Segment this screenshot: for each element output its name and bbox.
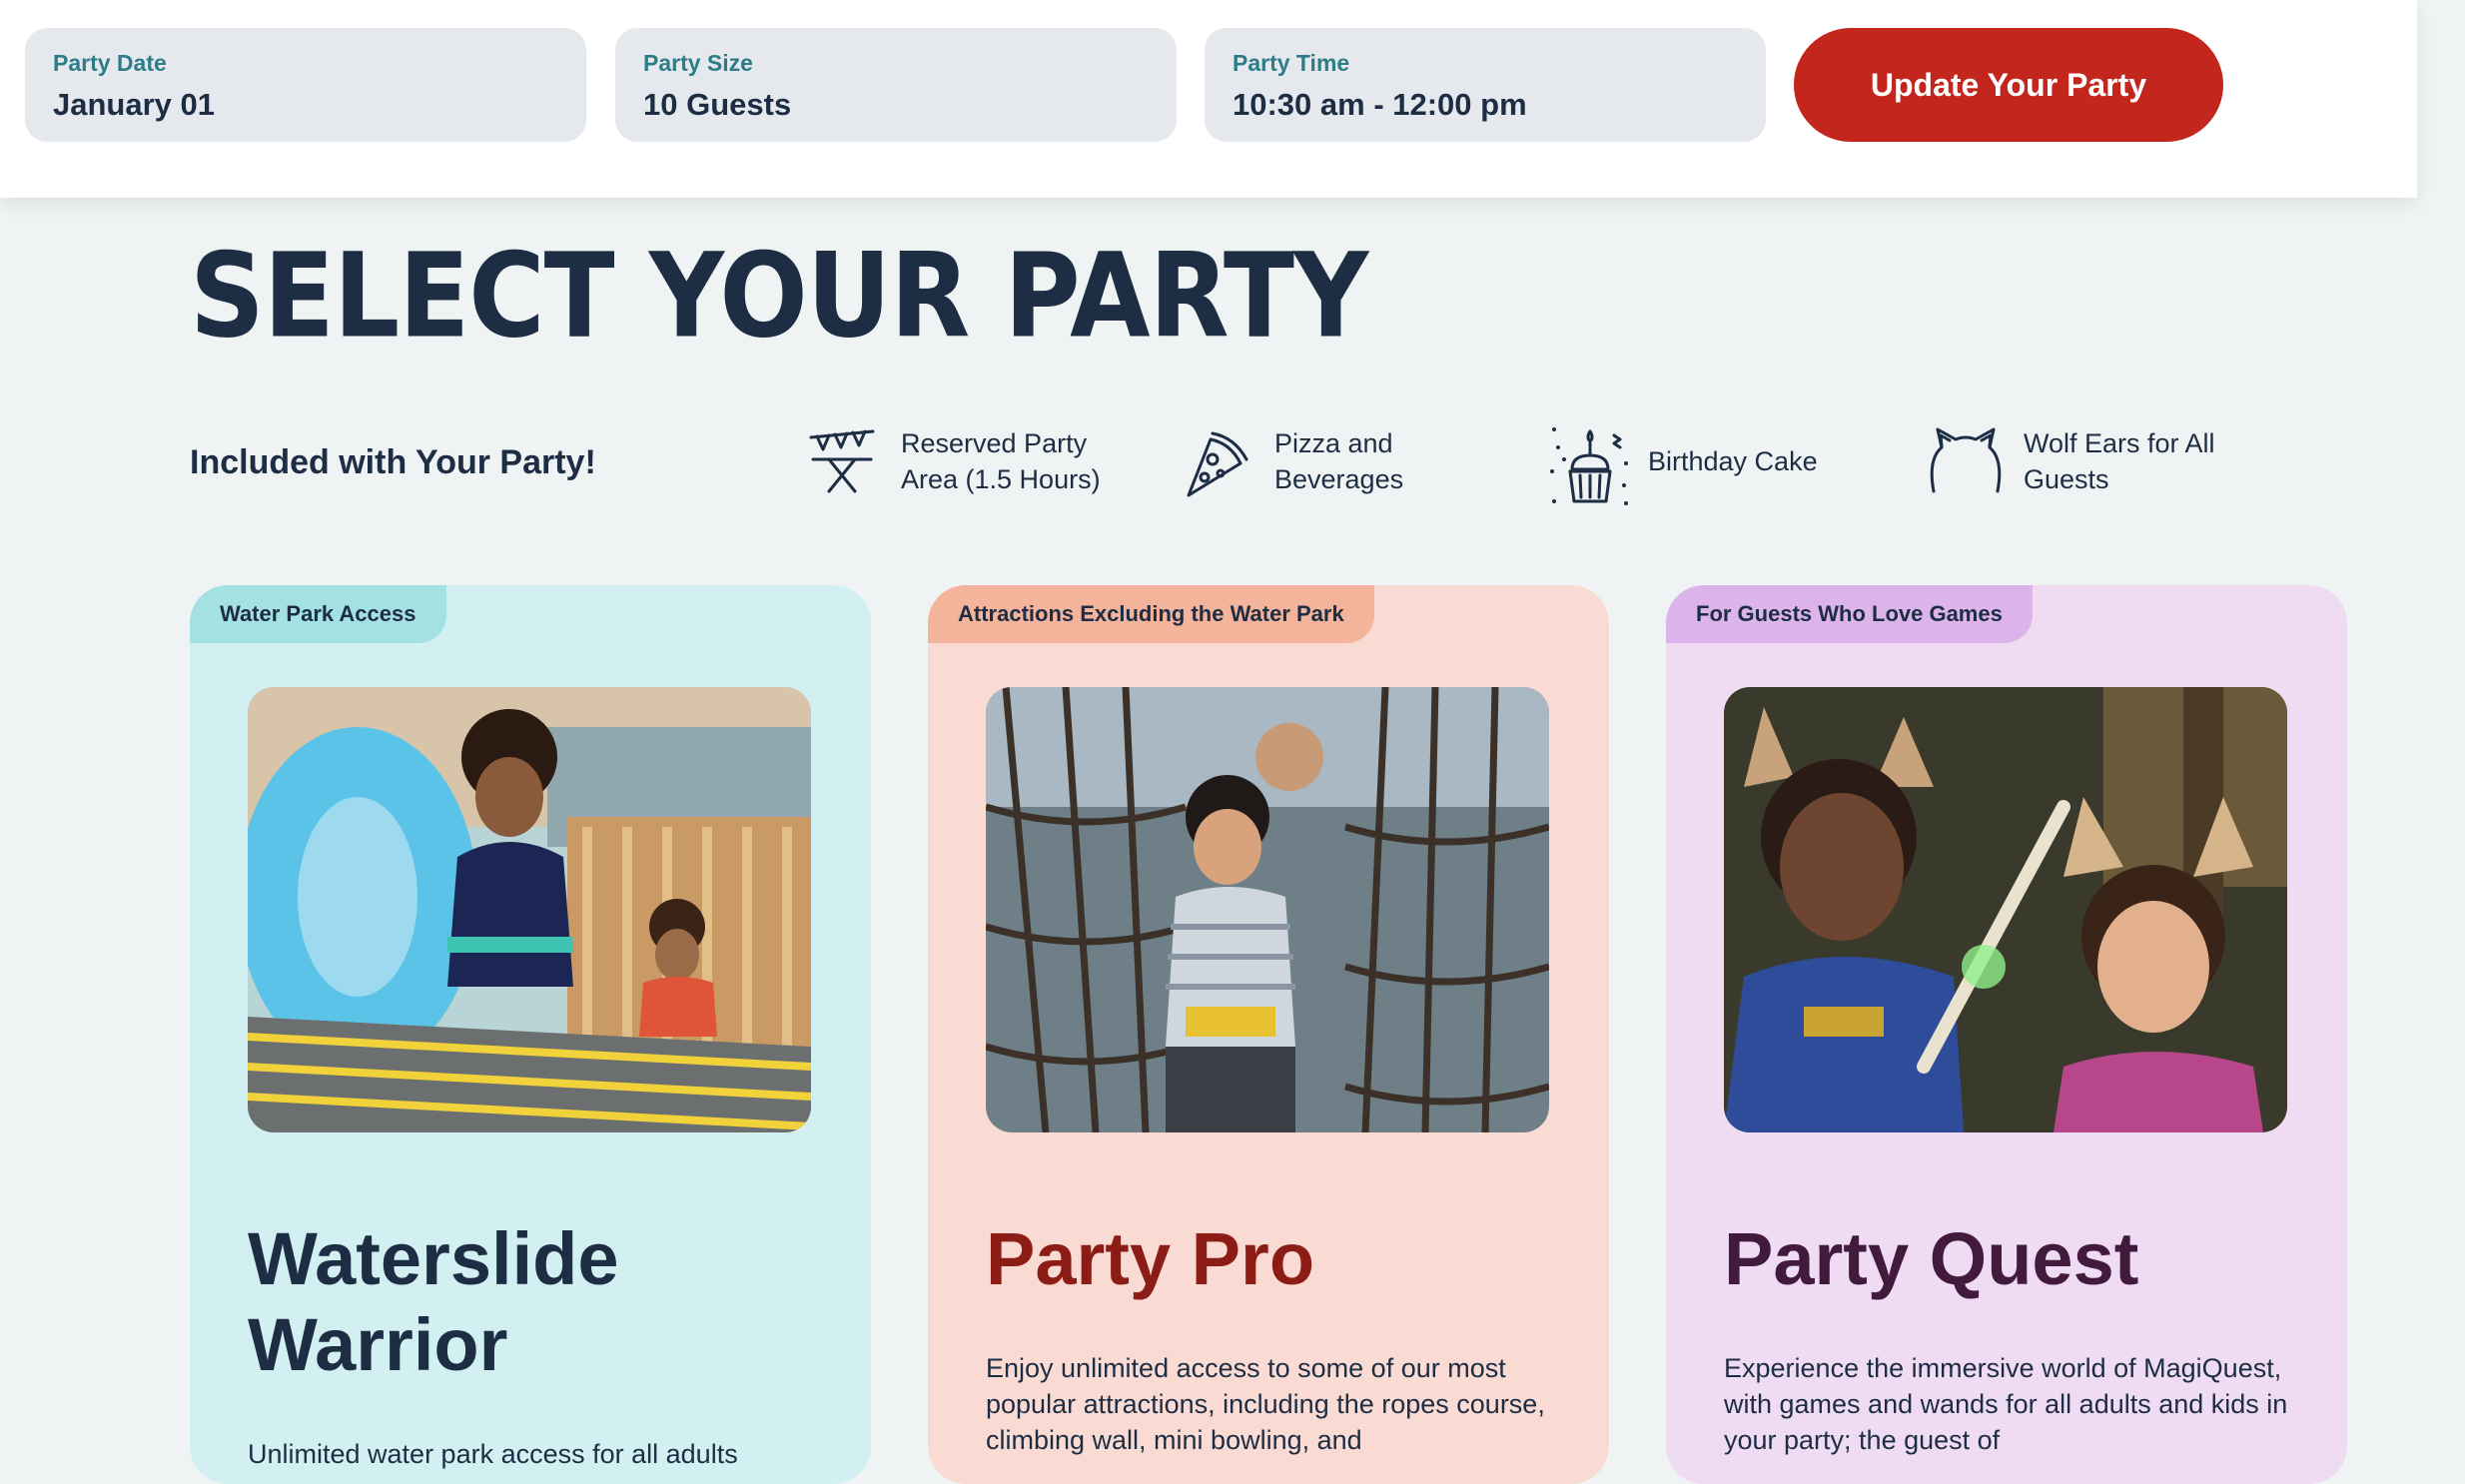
included-item-label: Pizza and	[1274, 428, 1393, 458]
included-item-cake: Birthday Cake	[1548, 425, 1848, 505]
party-date-value: January 01	[53, 87, 215, 122]
included-item-pizza: Pizza and Beverages	[1183, 425, 1442, 505]
included-item-label: Area (1.5 Hours)	[901, 464, 1101, 494]
waterslide-photo	[248, 687, 811, 1132]
included-item-label: Reserved Party	[901, 428, 1088, 458]
pizza-icon	[1187, 431, 1248, 497]
card-title: Party Pro	[986, 1217, 1315, 1300]
included-item-wolf-ears: Wolf Ears for All Guests	[1928, 425, 2257, 505]
ropes-course-photo	[986, 687, 1549, 1132]
card-title-line: Waterslide	[248, 1217, 619, 1300]
party-size-label: Party Size	[643, 50, 753, 76]
party-time-field[interactable]: Party Time 10:30 am - 12:00 pm	[1205, 28, 1766, 142]
party-card-party-quest[interactable]: For Guests Who Love Games Party Quest Ex…	[1666, 585, 2347, 1484]
card-tag: For Guests Who Love Games	[1666, 585, 2033, 643]
update-party-button[interactable]: Update Your Party	[1794, 28, 2223, 142]
card-description: Enjoy unlimited access to some of our mo…	[986, 1353, 1545, 1455]
card-description: Unlimited water park access for all adul…	[248, 1439, 738, 1469]
included-item-label: Birthday Cake	[1648, 446, 1818, 476]
party-date-label: Party Date	[53, 50, 167, 76]
birthday-cake-icon	[1550, 427, 1628, 505]
magiquest-photo	[1724, 687, 2287, 1132]
included-item-label: Wolf Ears for All	[2024, 428, 2215, 458]
party-card-party-pro[interactable]: Attractions Excluding the Water Park Par…	[928, 585, 1609, 1484]
party-card-waterslide-warrior[interactable]: Water Park Access Waterslide Warrior Unl…	[190, 585, 871, 1484]
card-title: Party Quest	[1724, 1217, 2139, 1300]
included-item-party-area: Reserved Party Area (1.5 Hours)	[807, 425, 1107, 505]
card-title-line: Warrior	[248, 1303, 508, 1386]
card-description: Experience the immersive world of MagiQu…	[1724, 1353, 2288, 1455]
included-item-label: Guests	[2024, 464, 2109, 494]
booking-bar: Party Date January 01 Party Size 10 Gues…	[0, 0, 2417, 198]
party-time-value: 10:30 am - 12:00 pm	[1232, 87, 1527, 122]
wolf-ears-icon	[1930, 427, 2002, 493]
card-title: Waterslide Warrior	[248, 1216, 847, 1388]
party-time-label: Party Time	[1232, 50, 1350, 76]
party-table-icon	[809, 429, 875, 493]
included-item-label: Beverages	[1274, 464, 1404, 494]
card-tag: Water Park Access	[190, 585, 446, 643]
party-size-value: 10 Guests	[643, 87, 792, 122]
party-date-field[interactable]: Party Date January 01	[25, 28, 586, 142]
card-tag: Attractions Excluding the Water Park	[928, 585, 1374, 643]
party-size-field[interactable]: Party Size 10 Guests	[615, 28, 1177, 142]
included-title: Included with Your Party!	[190, 443, 596, 481]
page-title: SELECT YOUR PARTY	[190, 228, 1368, 365]
